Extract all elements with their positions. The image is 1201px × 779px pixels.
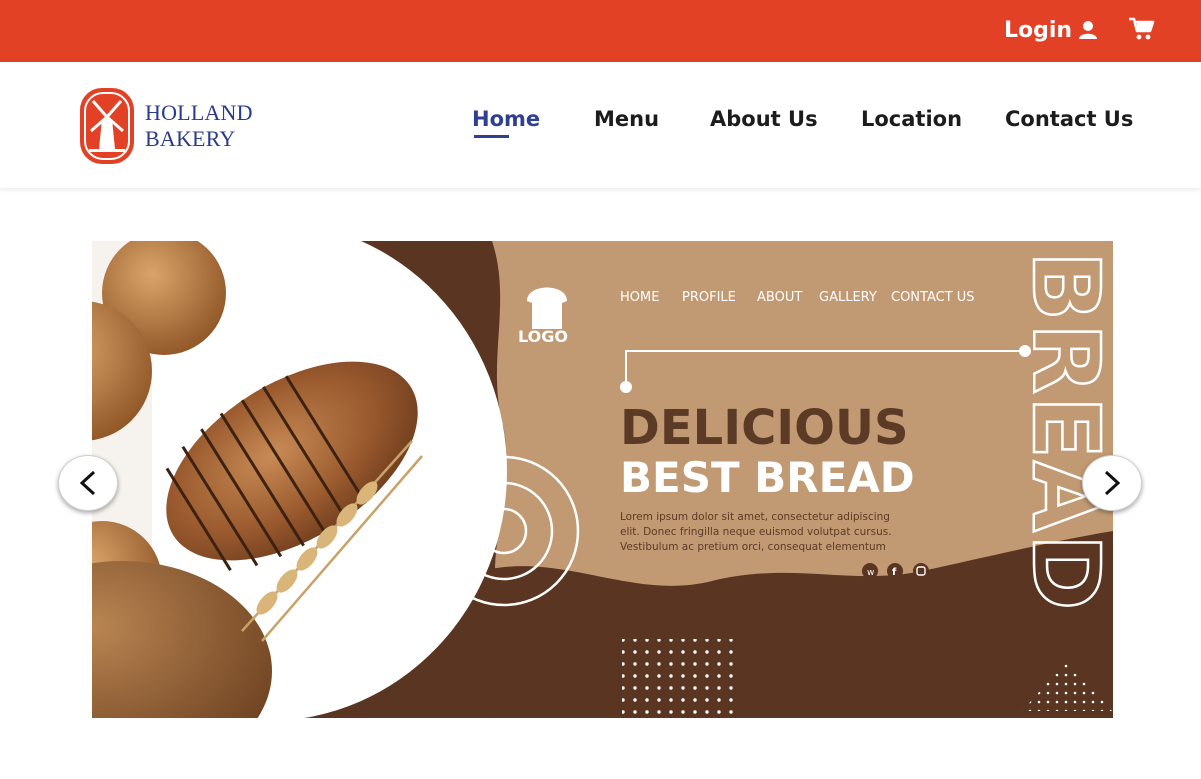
slide-menu-profile: PROFILE (682, 290, 736, 305)
carousel-prev-button[interactable] (58, 455, 118, 511)
slide-body-1: Lorem ipsum dolor sit amet, consectetur … (620, 511, 890, 523)
nav-about-us[interactable]: About Us (710, 107, 818, 139)
carousel-next-button[interactable] (1082, 455, 1142, 511)
bread-banner-image: LOGO HOME PROFILE ABOUT GALLERY CONTACT … (92, 241, 1113, 718)
slide-logo-text: LOGO (518, 327, 568, 346)
brand-logo[interactable]: HOLLAND BAKERY (79, 87, 261, 165)
slide-menu-gallery: GALLERY (819, 290, 877, 305)
login-link[interactable]: Login (1004, 14, 1098, 46)
shopping-cart-icon[interactable] (1128, 16, 1156, 42)
user-icon (1079, 21, 1098, 39)
nav-active-indicator (474, 135, 509, 138)
slide-vertical-word: BREAD (1012, 251, 1113, 612)
slide-headline-1: DELICIOUS (620, 400, 909, 456)
login-label: Login (1004, 17, 1073, 43)
svg-text:f: f (892, 567, 897, 578)
instagram-icon (913, 563, 929, 579)
brand-line-2: BAKERY (145, 126, 236, 151)
slide-menu-contact: CONTACT US (891, 290, 975, 305)
chevron-right-icon (1104, 470, 1121, 496)
carousel-slide: LOGO HOME PROFILE ABOUT GALLERY CONTACT … (92, 241, 1113, 718)
brand-name: HOLLAND BAKERY (145, 100, 253, 152)
nav-location[interactable]: Location (861, 107, 962, 139)
windmill-logo (80, 88, 134, 164)
chevron-left-icon (79, 470, 96, 496)
bread-logo-icon (527, 287, 567, 329)
slide-body-3: Vestibulum ac pretium orci, consequat el… (620, 541, 886, 553)
slide-body-2: elit. Donec fringilla neque euismod volu… (620, 526, 892, 538)
brand-line-1: HOLLAND (145, 100, 253, 125)
nav-contact-us[interactable]: Contact Us (1005, 107, 1133, 139)
svg-text:w: w (867, 568, 874, 578)
slide-headline-2: BEST BREAD (620, 453, 915, 502)
slide-menu-about: ABOUT (757, 290, 802, 305)
nav-menu[interactable]: Menu (594, 107, 659, 139)
slide-menu-home: HOME (620, 290, 659, 305)
top-bar: Login (0, 0, 1201, 62)
